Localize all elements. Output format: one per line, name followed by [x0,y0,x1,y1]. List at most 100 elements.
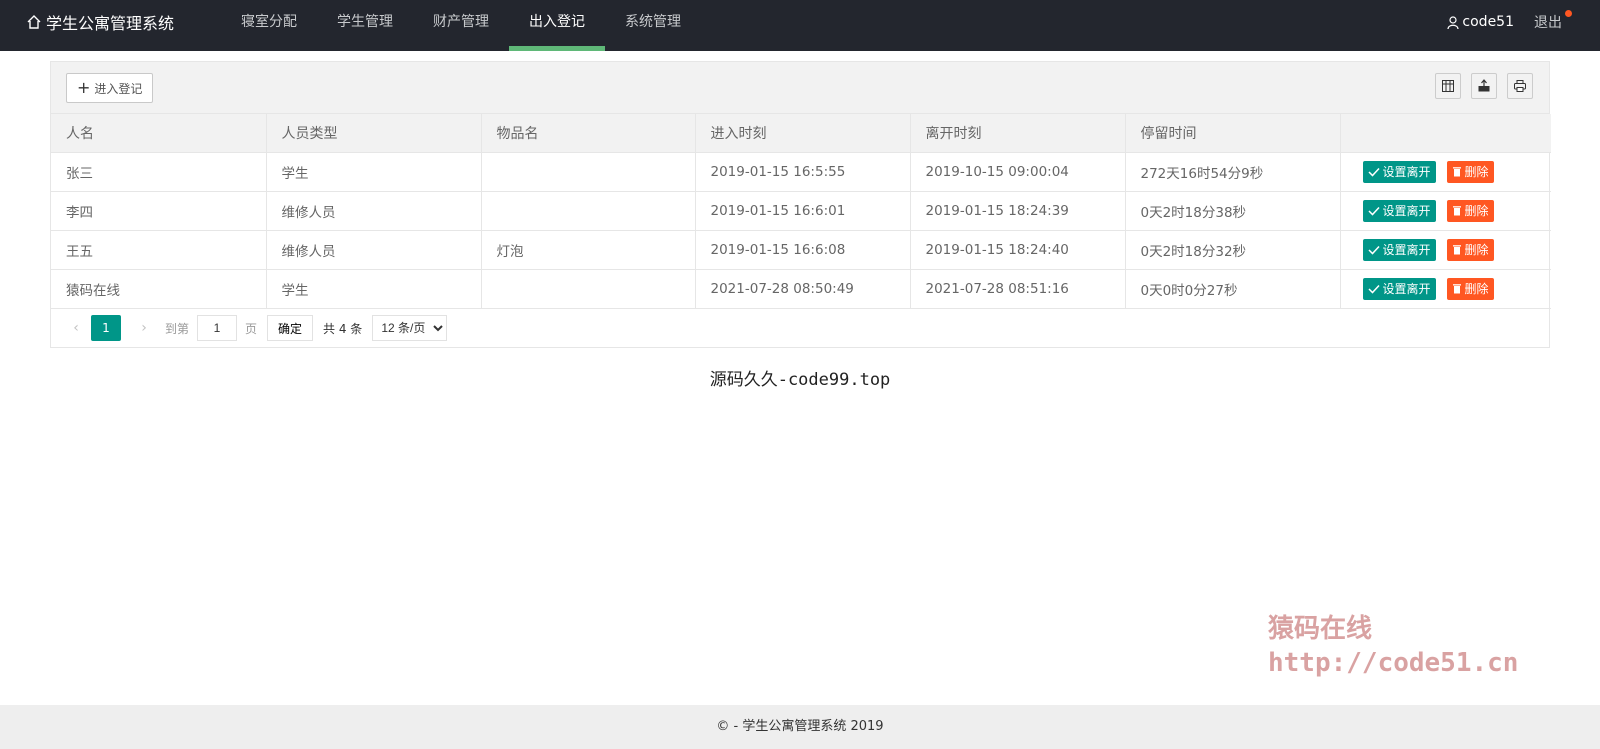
total-count: 共 4 条 [323,321,363,336]
cell-enter-time: 2019-01-15 16:5:55 [695,152,911,192]
cell-name: 猿码在线 [51,269,267,309]
cell-enter-time: 2021-07-28 08:50:49 [695,269,911,309]
logout-label: 退出 [1534,15,1562,31]
cell-stay-time: 0天0时0分27秒 [1125,269,1341,309]
nav-student-management[interactable]: 学生管理 [317,0,413,51]
pagination: ‹ 1 › 到第 页 确定 共 4 条 12 条/页 [51,309,1549,348]
nav-dorm-allocation[interactable]: 寝室分配 [221,0,317,51]
nav-system-management[interactable]: 系统管理 [605,0,701,51]
table-header-row: 人名 人员类型 物品名 进入时刻 离开时刻 停留时间 [51,114,1551,153]
nav-entry-registration[interactable]: 出入登记 [509,0,605,51]
logout-link[interactable]: 退出 [1534,10,1572,32]
cell-name: 李四 [51,191,267,231]
cell-actions: 设置离开 删除 [1340,230,1551,270]
export-icon[interactable] [1471,73,1497,99]
table-row: 王五 维修人员 灯泡 2019-01-15 16:6:08 2019-01-15… [51,230,1551,270]
set-leave-button[interactable]: 设置离开 [1362,277,1436,300]
delete-label: 删除 [1464,282,1489,296]
check-icon [1367,167,1380,177]
check-icon [1367,284,1380,294]
add-entry-button[interactable]: + 进入登记 [66,73,154,103]
cell-leave-time: 2019-01-15 18:24:40 [910,230,1126,270]
top-header: 学生公寓管理系统 寝室分配 学生管理 财产管理 出入登记 系统管理 code51… [0,0,1600,51]
table-row: 猿码在线 学生 2021-07-28 08:50:49 2021-07-28 0… [51,269,1551,309]
cell-type: 学生 [266,152,482,192]
watermark: 猿码在线 http://code51.cn [1268,612,1518,680]
user-menu[interactable]: code51 [1447,14,1514,30]
cell-enter-time: 2019-01-15 16:6:08 [695,230,911,270]
print-icon[interactable] [1507,73,1533,99]
col-header-stay-time[interactable]: 停留时间 [1125,114,1341,153]
set-leave-button[interactable]: 设置离开 [1362,238,1436,261]
set-leave-label: 设置离开 [1382,282,1431,296]
app-title: 学生公寓管理系统 [46,14,175,33]
delete-button[interactable]: 删除 [1446,199,1494,222]
page-footer: © - 学生公寓管理系统 2019 [0,705,1600,749]
trash-icon [1452,245,1461,255]
cell-actions: 设置离开 删除 [1340,269,1551,309]
delete-label: 删除 [1464,204,1489,218]
add-entry-label: 进入登记 [94,81,143,96]
user-name: code51 [1462,14,1514,30]
delete-button[interactable]: 删除 [1446,277,1494,300]
col-header-enter-time[interactable]: 进入时刻 [695,114,911,153]
check-icon [1367,206,1380,216]
cell-stay-time: 0天2时18分38秒 [1125,191,1341,231]
page-number-input[interactable] [197,315,238,341]
user-icon [1447,15,1460,29]
col-header-type[interactable]: 人员类型 [266,114,482,153]
cell-leave-time: 2019-01-15 18:24:39 [910,191,1126,231]
cell-stay-time: 0天2时18分32秒 [1125,230,1341,270]
entry-log-table: 人名 人员类型 物品名 进入时刻 离开时刻 停留时间 张三 学生 2019-01… [51,114,1551,309]
cell-type: 学生 [266,269,482,309]
cell-item [481,269,696,309]
cell-type: 维修人员 [266,191,482,231]
toolbar-icons [1425,73,1533,99]
trash-icon [1452,206,1461,216]
goto-confirm-button[interactable]: 确定 [267,315,314,341]
set-leave-button[interactable]: 设置离开 [1362,199,1436,222]
cell-name: 张三 [51,152,267,192]
col-header-actions [1340,114,1551,153]
notification-dot [1565,10,1572,17]
delete-button[interactable]: 删除 [1446,160,1494,183]
prev-page-icon[interactable]: ‹ [63,320,89,336]
delete-label: 删除 [1464,165,1489,179]
set-leave-label: 设置离开 [1382,165,1431,179]
entry-log-panel: + 进入登记 人名 人员类型 物品名 进入时刻 离开时刻 停留时间 张三 学生 … [50,61,1551,348]
trash-icon [1452,284,1461,294]
cell-leave-time: 2019-10-15 09:00:04 [910,152,1126,192]
set-leave-button[interactable]: 设置离开 [1362,160,1436,183]
table-row: 张三 学生 2019-01-15 16:5:55 2019-10-15 09:0… [51,152,1551,192]
watermark-url: http://code51.cn [1268,648,1519,678]
plus-icon: + [77,78,91,97]
page-unit-label: 页 [245,321,258,336]
col-header-leave-time[interactable]: 离开时刻 [910,114,1126,153]
goto-label: 到第 [165,321,190,336]
table-toolbar: + 进入登记 [51,62,1549,114]
columns-icon[interactable] [1435,73,1461,99]
cell-actions: 设置离开 删除 [1340,191,1551,231]
trash-icon [1452,167,1461,177]
set-leave-label: 设置离开 [1382,204,1431,218]
next-page-icon[interactable]: › [131,320,157,336]
page-size-select[interactable]: 12 条/页 [372,315,448,341]
cell-item [481,152,696,192]
cell-actions: 设置离开 删除 [1340,152,1551,192]
set-leave-label: 设置离开 [1382,243,1431,257]
cell-stay-time: 272天16时54分9秒 [1125,152,1341,192]
watermark-title: 猿码在线 [1268,614,1373,644]
delete-label: 删除 [1464,243,1489,257]
cell-leave-time: 2021-07-28 08:51:16 [910,269,1126,309]
app-logo[interactable]: 学生公寓管理系统 [26,0,174,44]
nav-property-management[interactable]: 财产管理 [413,0,509,51]
col-header-name[interactable]: 人名 [51,114,267,153]
home-icon [27,15,41,29]
cell-type: 维修人员 [266,230,482,270]
cell-enter-time: 2019-01-15 16:6:01 [695,191,911,231]
col-header-item[interactable]: 物品名 [481,114,696,153]
cell-item [481,191,696,231]
delete-button[interactable]: 删除 [1446,238,1494,261]
main-nav: 寝室分配 学生管理 财产管理 出入登记 系统管理 [221,0,701,51]
current-page-button[interactable]: 1 [91,315,121,341]
